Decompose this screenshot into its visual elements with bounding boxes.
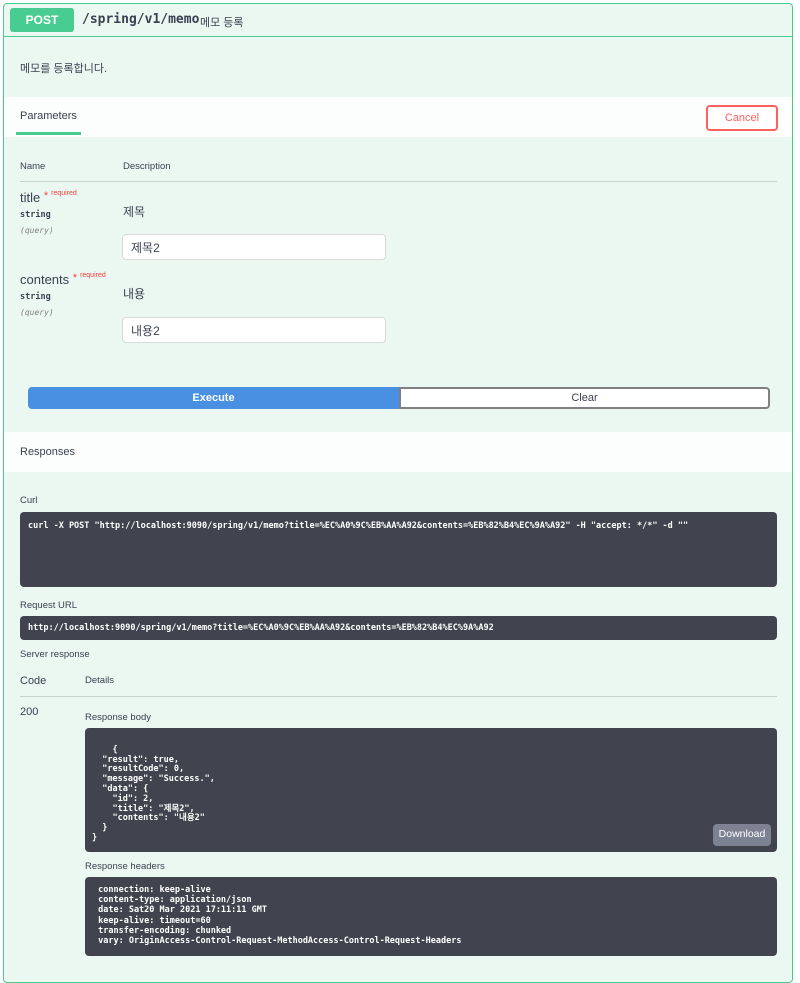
param-description-contents: 내용 bbox=[123, 287, 146, 301]
curl-label: Curl bbox=[20, 495, 38, 506]
param-type-contents: string bbox=[20, 292, 51, 302]
response-headers-label: Response headers bbox=[85, 861, 165, 872]
title-input[interactable] bbox=[122, 234, 386, 260]
param-type-title: string bbox=[20, 210, 51, 220]
response-headers-block[interactable]: connection: keep-alive content-type: app… bbox=[85, 877, 777, 956]
response-code: 200 bbox=[20, 706, 39, 718]
http-method-badge: POST bbox=[10, 8, 74, 32]
request-url-label: Request URL bbox=[20, 600, 78, 611]
param-in-contents: (query) bbox=[20, 308, 54, 317]
param-in-title: (query) bbox=[20, 226, 54, 235]
response-body-block[interactable]: { "result": true, "resultCode": 0, "mess… bbox=[85, 728, 777, 852]
cancel-button[interactable]: Cancel bbox=[706, 105, 778, 131]
parameters-header: Parameters Cancel bbox=[4, 97, 792, 137]
param-name-text: title bbox=[20, 190, 41, 205]
execute-button[interactable]: Execute bbox=[28, 387, 399, 409]
download-button[interactable]: Download bbox=[713, 824, 771, 846]
operation-summary[interactable]: POST /spring/v1/memo 메모 등록 bbox=[4, 4, 792, 37]
tab-parameters[interactable]: Parameters bbox=[16, 110, 81, 135]
required-asterisk: * bbox=[43, 190, 49, 202]
clear-button[interactable]: Clear bbox=[399, 387, 770, 409]
responses-title: Responses bbox=[20, 446, 76, 458]
operation-description: 메모를 등록합니다. bbox=[20, 63, 108, 75]
responses-header: Responses bbox=[4, 432, 792, 472]
required-asterisk: * bbox=[72, 272, 78, 284]
server-response-label: Server response bbox=[20, 649, 90, 660]
operation-block: POST /spring/v1/memo 메모 등록 메모를 등록합니다. Pa… bbox=[3, 3, 793, 983]
param-name-text: contents bbox=[20, 272, 70, 287]
divider bbox=[20, 696, 777, 697]
required-label: required bbox=[80, 272, 106, 279]
execute-button-group: Execute Clear bbox=[28, 387, 770, 409]
param-name-contents: contents * required bbox=[20, 272, 106, 287]
column-header-description: Description bbox=[123, 161, 171, 172]
operation-path: /spring/v1/memo bbox=[82, 12, 200, 27]
response-body-text: { "result": true, "resultCode": 0, "mess… bbox=[92, 744, 215, 843]
curl-code-block[interactable]: curl -X POST "http://localhost:9090/spri… bbox=[20, 512, 777, 587]
param-description-title: 제목 bbox=[123, 205, 146, 219]
column-header-code: Code bbox=[20, 675, 47, 687]
divider bbox=[20, 181, 777, 182]
operation-summary-text: 메모 등록 bbox=[200, 17, 244, 29]
required-label: required bbox=[51, 190, 77, 197]
contents-input[interactable] bbox=[122, 317, 386, 343]
response-body-label: Response body bbox=[85, 712, 152, 723]
column-header-details: Details bbox=[85, 675, 115, 686]
column-header-name: Name bbox=[20, 161, 46, 172]
param-name-title: title * required bbox=[20, 190, 77, 205]
request-url-block[interactable]: http://localhost:9090/spring/v1/memo?tit… bbox=[20, 616, 777, 640]
